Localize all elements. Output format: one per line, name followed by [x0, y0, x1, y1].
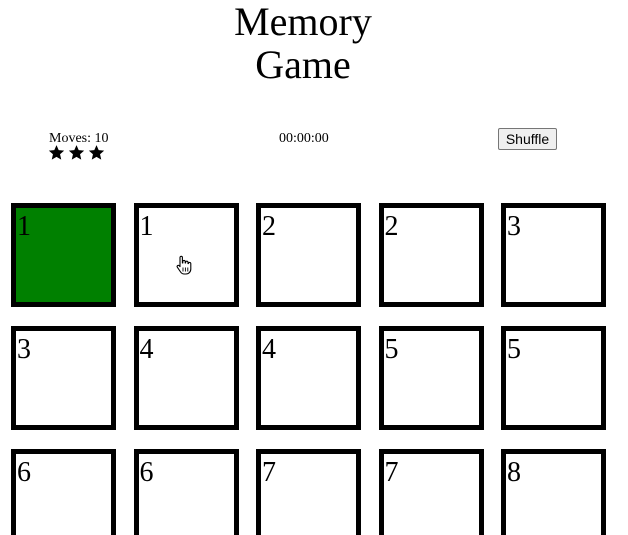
- card-label: 5: [507, 334, 521, 365]
- card-grid: 1 1 2 2 3 3 4 4 5 5 6 6 7 7 8: [11, 203, 606, 535]
- card-label: 3: [17, 334, 31, 365]
- card-label: 1: [139, 211, 154, 242]
- star-icon: [48, 145, 65, 160]
- card[interactable]: 3: [11, 326, 116, 430]
- card-label: 2: [262, 211, 276, 242]
- star-icon: [88, 145, 105, 160]
- card-label: 8: [507, 457, 521, 488]
- card-label: 6: [139, 457, 154, 488]
- card-label: 7: [384, 457, 399, 488]
- card[interactable]: 5: [501, 326, 606, 430]
- card-label: 2: [384, 211, 399, 242]
- card[interactable]: 4: [256, 326, 361, 430]
- star-icon: [68, 145, 85, 160]
- shuffle-button[interactable]: Shuffle: [498, 128, 557, 150]
- title-line-2: Game: [255, 42, 351, 87]
- title-line-1: Memory: [234, 0, 372, 44]
- card[interactable]: 5: [378, 326, 484, 430]
- card-label: 5: [384, 334, 399, 365]
- card[interactable]: 7: [378, 449, 484, 535]
- card[interactable]: 6: [11, 449, 116, 535]
- card[interactable]: 3: [501, 203, 606, 307]
- card[interactable]: 4: [133, 326, 239, 430]
- card-label: 1: [17, 211, 31, 242]
- card-label: 7: [262, 457, 276, 488]
- card[interactable]: 2: [256, 203, 361, 307]
- star-rating: [48, 144, 105, 161]
- card-label: 6: [17, 457, 31, 488]
- page-title: Memory Game: [203, 0, 403, 86]
- card-matched[interactable]: 1: [11, 203, 116, 307]
- card[interactable]: 6: [133, 449, 239, 535]
- card-label: 4: [139, 334, 154, 365]
- game-timer: 00:00:00: [279, 131, 329, 146]
- card-label: 4: [262, 334, 276, 365]
- card-label: 3: [507, 211, 521, 242]
- card[interactable]: 2: [378, 203, 484, 307]
- hand-cursor-icon: [176, 255, 192, 275]
- card[interactable]: 7: [256, 449, 361, 535]
- card[interactable]: 8: [501, 449, 606, 535]
